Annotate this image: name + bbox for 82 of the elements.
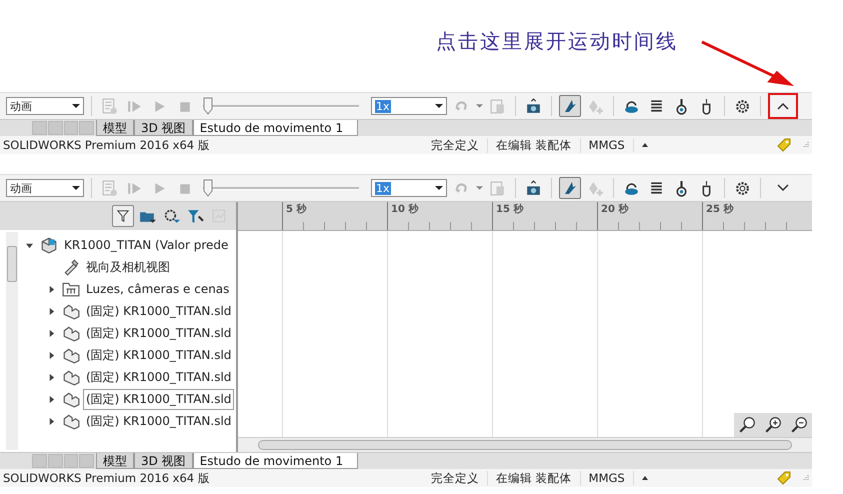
time-slider[interactable] <box>203 96 359 116</box>
tree-item[interactable]: 视向及相机视图 <box>83 256 173 278</box>
tree-item[interactable]: Luzes, câmeras e cenas <box>83 280 232 298</box>
flashlight-icon <box>62 258 80 276</box>
edit-mode: 在编辑 装配体 <box>488 470 581 486</box>
dropdown-arrow-icon[interactable] <box>72 186 80 190</box>
time-label: 5 秒 <box>285 204 306 215</box>
tree-item[interactable]: (固定) KR1000_TITAN.sld <box>83 410 234 432</box>
resize-grip-icon[interactable] <box>802 141 810 149</box>
tree-item[interactable]: (固定) KR1000_TITAN.sld <box>83 300 234 322</box>
caret-icon[interactable] <box>642 143 648 147</box>
document-state: 完全定义 <box>423 138 488 152</box>
time-label: 20 秒 <box>600 204 628 215</box>
settings-icon[interactable] <box>734 98 751 114</box>
tag-icon[interactable] <box>776 470 792 486</box>
slider-thumb[interactable] <box>203 179 213 197</box>
study-tab[interactable]: 3D 视图 <box>134 453 193 469</box>
slider-thumb[interactable] <box>203 97 213 115</box>
tree-item[interactable]: (固定) KR1000_TITAN.sld <box>83 388 234 410</box>
time-label: 10 秒 <box>390 204 418 215</box>
expand-arrow-icon[interactable] <box>48 330 55 336</box>
dropdown-arrow-icon[interactable] <box>435 186 443 190</box>
zoom-fit-icon[interactable] <box>738 416 756 434</box>
study-tab[interactable]: 3D 视图 <box>134 120 193 136</box>
part-icon <box>62 324 80 342</box>
tag-icon[interactable] <box>776 137 792 153</box>
study-type-dropdown[interactable]: 动画 <box>6 179 84 197</box>
unit-system[interactable]: MMGS <box>580 471 634 485</box>
unit-system[interactable]: MMGS <box>580 138 634 152</box>
study-tab[interactable]: Estudo de movimento 1 <box>192 120 358 136</box>
time-label: 15 秒 <box>495 204 524 215</box>
study-tab[interactable]: 模型 <box>96 453 134 469</box>
study-tab[interactable]: Estudo de movimento 1 <box>192 453 358 469</box>
study-tab[interactable]: 模型 <box>96 120 134 136</box>
part-icon <box>62 368 80 386</box>
assembly-icon <box>40 236 58 254</box>
spring-icon[interactable] <box>648 98 665 114</box>
expand-arrow-icon[interactable] <box>48 308 55 314</box>
expand-arrow-icon[interactable] <box>48 352 55 358</box>
time-label: 25 秒 <box>705 204 734 215</box>
product-label: SOLIDWORKS Premium 2016 x64 版 <box>2 470 211 486</box>
part-icon <box>62 412 80 430</box>
zoom-in-icon[interactable] <box>764 416 782 434</box>
dropdown-arrow-icon[interactable] <box>435 104 443 108</box>
spring-icon[interactable] <box>648 180 665 196</box>
annotation-text: 点击这里展开运动时间线 <box>436 28 678 55</box>
caret-icon[interactable] <box>642 476 648 480</box>
product-label: SOLIDWORKS Premium 2016 x64 版 <box>2 138 211 152</box>
study-type-dropdown[interactable]: 动画 <box>6 97 84 115</box>
tree-item[interactable]: (固定) KR1000_TITAN.sld <box>83 322 234 344</box>
settings-icon[interactable] <box>734 180 751 196</box>
funnel-icon[interactable] <box>187 208 204 224</box>
edit-mode: 在编辑 装配体 <box>488 138 581 152</box>
lights-folder-icon <box>62 280 80 298</box>
chevron-up-icon[interactable] <box>777 102 789 110</box>
tree-item[interactable]: KR1000_TITAN (Valor prede <box>61 236 232 254</box>
camera-icon[interactable] <box>525 98 542 114</box>
horizontal-scrollbar[interactable] <box>238 437 812 452</box>
part-icon <box>62 390 80 408</box>
speed-dropdown[interactable]: 1x <box>371 179 447 197</box>
tree-item[interactable]: (固定) KR1000_TITAN.sld <box>83 366 234 388</box>
resize-grip-icon[interactable] <box>802 474 810 482</box>
document-state: 完全定义 <box>423 470 488 486</box>
funnel-icon[interactable] <box>116 209 130 223</box>
expand-arrow-icon[interactable] <box>48 396 55 402</box>
expand-arrow-icon[interactable] <box>48 286 55 292</box>
gear-filter-icon[interactable] <box>163 208 180 224</box>
timeline-toggle-button[interactable] <box>768 93 798 119</box>
dropdown-arrow-icon[interactable] <box>72 104 80 108</box>
time-slider[interactable] <box>203 178 359 198</box>
expand-arrow-icon[interactable] <box>48 374 55 380</box>
tree-item[interactable]: (固定) KR1000_TITAN.sld <box>83 344 234 366</box>
expand-arrow-icon[interactable] <box>48 418 55 424</box>
collapse-arrow-icon[interactable] <box>26 242 33 248</box>
vertical-scrollbar[interactable] <box>6 232 18 450</box>
filter-button[interactable] <box>112 205 134 227</box>
part-icon <box>62 346 80 364</box>
zoom-out-icon[interactable] <box>790 416 808 434</box>
speed-dropdown[interactable]: 1x <box>371 97 447 115</box>
part-icon <box>62 302 80 320</box>
chevron-down-icon[interactable] <box>777 184 789 192</box>
camera-icon[interactable] <box>525 180 542 196</box>
